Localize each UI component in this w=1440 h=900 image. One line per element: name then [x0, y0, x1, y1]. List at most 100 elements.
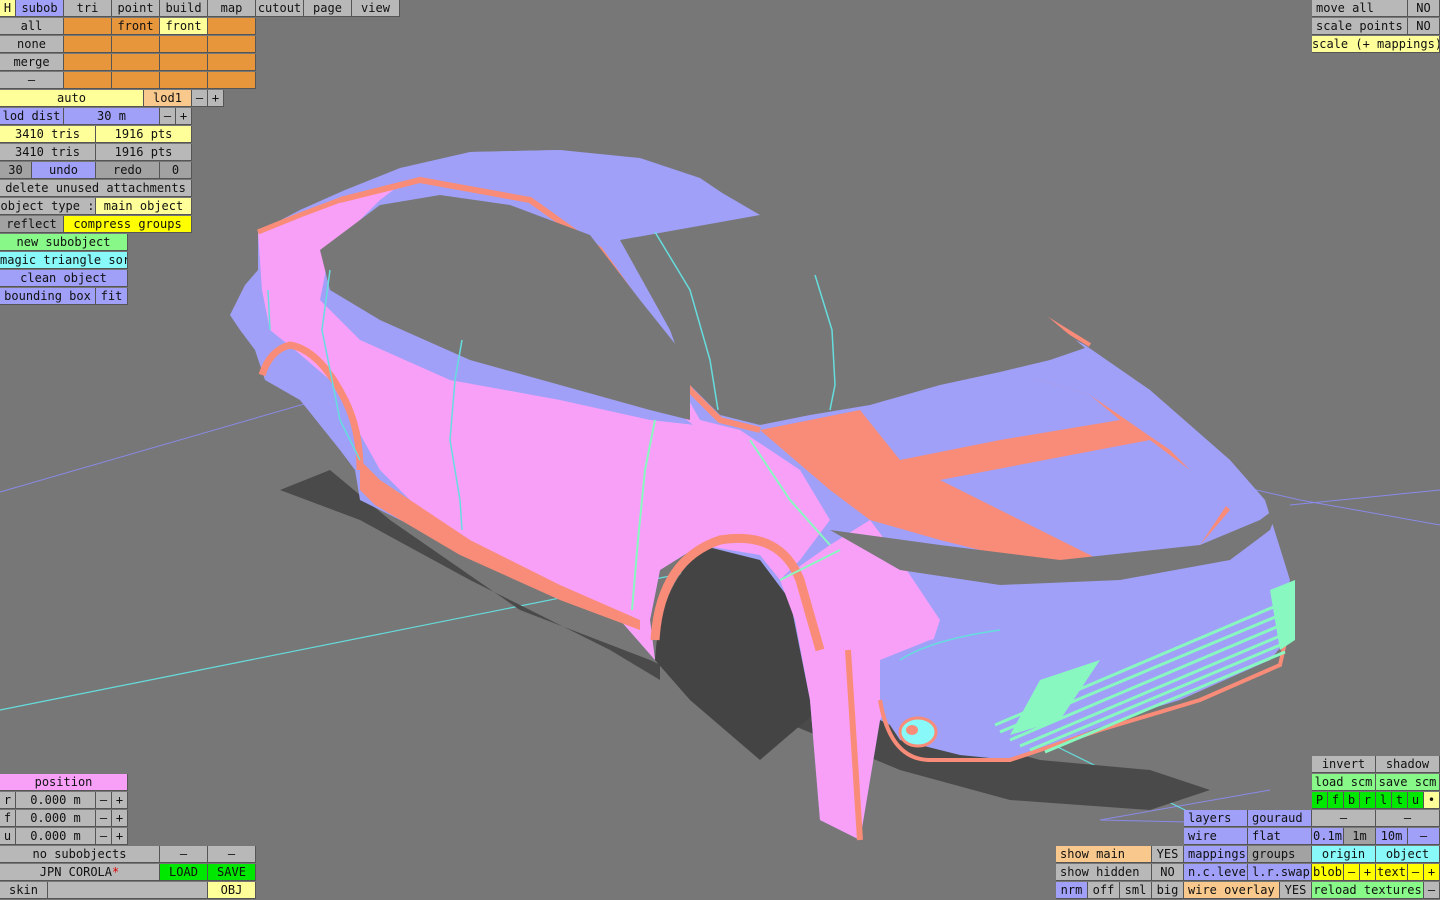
text-plus[interactable]: + — [1424, 864, 1440, 881]
layers-button[interactable]: layers — [1184, 810, 1248, 827]
subob-slot[interactable] — [160, 54, 208, 71]
menu-tri[interactable]: tri — [64, 0, 112, 17]
subob-slot[interactable] — [64, 72, 112, 89]
fit-button[interactable]: fit — [96, 288, 128, 305]
load-button[interactable]: LOAD — [160, 864, 208, 881]
select-all-button[interactable]: all — [0, 18, 64, 35]
blob-plus[interactable]: + — [1360, 864, 1376, 881]
step-1m-button[interactable]: 1m — [1344, 828, 1376, 845]
lr-swap-button[interactable]: l.r.swap — [1248, 864, 1312, 881]
subobject-dash-1[interactable]: – — [160, 846, 208, 863]
file-name[interactable]: JPN COROLA* — [0, 864, 160, 881]
magic-triangle-sort-button[interactable]: magic triangle sort — [0, 252, 128, 269]
subob-slot[interactable] — [64, 54, 112, 71]
reflect-button[interactable]: reflect — [0, 216, 64, 233]
menu-subob[interactable]: subob — [16, 0, 64, 17]
wire-overlay-label[interactable]: wire overlay — [1184, 882, 1280, 899]
reload-minus[interactable]: – — [1424, 882, 1440, 899]
step-0-1m-button[interactable]: 0.1m — [1312, 828, 1344, 845]
clean-object-button[interactable]: clean object — [0, 270, 128, 287]
text-button[interactable]: text — [1376, 864, 1408, 881]
show-hidden-label[interactable]: show hidden — [1056, 864, 1152, 881]
subob-slot[interactable] — [112, 36, 160, 53]
menu-view[interactable]: view — [352, 0, 400, 17]
flat-button[interactable]: flat — [1248, 828, 1312, 845]
delete-unused-attachments-button[interactable]: delete unused attachments — [0, 180, 192, 197]
position-r-value[interactable]: 0.000 m — [16, 792, 96, 809]
menu-point[interactable]: point — [112, 0, 160, 17]
dash-button-1[interactable]: – — [1312, 810, 1376, 827]
redo-button[interactable]: redo — [96, 162, 160, 179]
lod1-button[interactable]: lod1 — [144, 90, 192, 107]
position-f-plus[interactable]: + — [112, 810, 128, 827]
blob-button[interactable]: blob — [1312, 864, 1344, 881]
wire-overlay-toggle[interactable]: YES — [1280, 882, 1312, 899]
dash-button-2[interactable]: – — [1376, 810, 1440, 827]
wire-button[interactable]: wire — [1184, 828, 1248, 845]
undo-button[interactable]: undo — [32, 162, 96, 179]
subob-slot[interactable] — [64, 18, 112, 35]
subob-slot[interactable] — [208, 36, 256, 53]
show-main-label[interactable]: show main — [1056, 846, 1152, 863]
scale-points-label[interactable]: scale points — [1312, 18, 1408, 35]
h-button[interactable]: H — [0, 0, 16, 17]
position-r-plus[interactable]: + — [112, 792, 128, 809]
gouraud-button[interactable]: gouraud — [1248, 810, 1312, 827]
lod-auto-button[interactable]: auto — [0, 90, 144, 107]
object-type-value[interactable]: main object — [96, 198, 192, 215]
save-scm-button[interactable]: save scm — [1376, 774, 1440, 791]
menu-build[interactable]: build — [160, 0, 208, 17]
step-10m-button[interactable]: 10m — [1376, 828, 1408, 845]
flag-b[interactable]: b — [1344, 792, 1360, 809]
groups-button[interactable]: groups — [1248, 846, 1312, 863]
move-all-toggle[interactable]: NO — [1408, 0, 1440, 17]
menu-page[interactable]: page — [304, 0, 352, 17]
size-sml-button[interactable]: sml — [1120, 882, 1152, 899]
blob-minus[interactable]: – — [1344, 864, 1360, 881]
lod-dist-plus[interactable]: + — [176, 108, 192, 125]
subob-slot[interactable] — [64, 36, 112, 53]
skin-field[interactable] — [48, 882, 208, 899]
subob-slot[interactable] — [208, 18, 256, 35]
scale-mappings-button[interactable]: scale (+ mappings) — [1312, 36, 1440, 53]
compress-groups-button[interactable]: compress groups — [64, 216, 192, 233]
show-hidden-toggle[interactable]: NO — [1152, 864, 1184, 881]
new-subobject-button[interactable]: new subobject — [0, 234, 128, 251]
position-u-plus[interactable]: + — [112, 828, 128, 845]
lod-dist-value[interactable]: 30 m — [64, 108, 160, 125]
position-f-value[interactable]: 0.000 m — [16, 810, 96, 827]
reload-textures-button[interactable]: reload textures — [1312, 882, 1424, 899]
flag-f[interactable]: f — [1328, 792, 1344, 809]
subob-slot[interactable] — [112, 54, 160, 71]
position-u-minus[interactable]: – — [96, 828, 112, 845]
load-scm-button[interactable]: load scm — [1312, 774, 1376, 791]
scale-points-toggle[interactable]: NO — [1408, 18, 1440, 35]
flag-dot[interactable]: • — [1424, 792, 1440, 809]
flag-l[interactable]: l — [1376, 792, 1392, 809]
position-r-minus[interactable]: – — [96, 792, 112, 809]
flag-p[interactable]: P — [1312, 792, 1328, 809]
origin-button[interactable]: origin — [1312, 846, 1376, 863]
invert-button[interactable]: invert — [1312, 756, 1376, 773]
normals-off-button[interactable]: off — [1088, 882, 1120, 899]
normals-nrm-button[interactable]: nrm — [1056, 882, 1088, 899]
save-button[interactable]: SAVE — [208, 864, 256, 881]
size-big-button[interactable]: big — [1152, 882, 1184, 899]
subob-slot[interactable] — [160, 36, 208, 53]
flag-r[interactable]: r — [1360, 792, 1376, 809]
subob-slot[interactable] — [208, 72, 256, 89]
lod-dist-minus[interactable]: – — [160, 108, 176, 125]
dash-button[interactable]: – — [0, 72, 64, 89]
lod-minus-button[interactable]: – — [192, 90, 208, 107]
select-none-button[interactable]: none — [0, 36, 64, 53]
subob-slot[interactable] — [208, 54, 256, 71]
subob-slot[interactable] — [112, 72, 160, 89]
skin-button[interactable]: skin — [0, 882, 48, 899]
bounding-box-button[interactable]: bounding box — [0, 288, 96, 305]
menu-map[interactable]: map — [208, 0, 256, 17]
shadow-button[interactable]: shadow — [1376, 756, 1440, 773]
subob-slot-front-selected[interactable]: front — [160, 18, 208, 35]
show-main-toggle[interactable]: YES — [1152, 846, 1184, 863]
flag-u[interactable]: u — [1408, 792, 1424, 809]
mappings-button[interactable]: mappings — [1184, 846, 1248, 863]
